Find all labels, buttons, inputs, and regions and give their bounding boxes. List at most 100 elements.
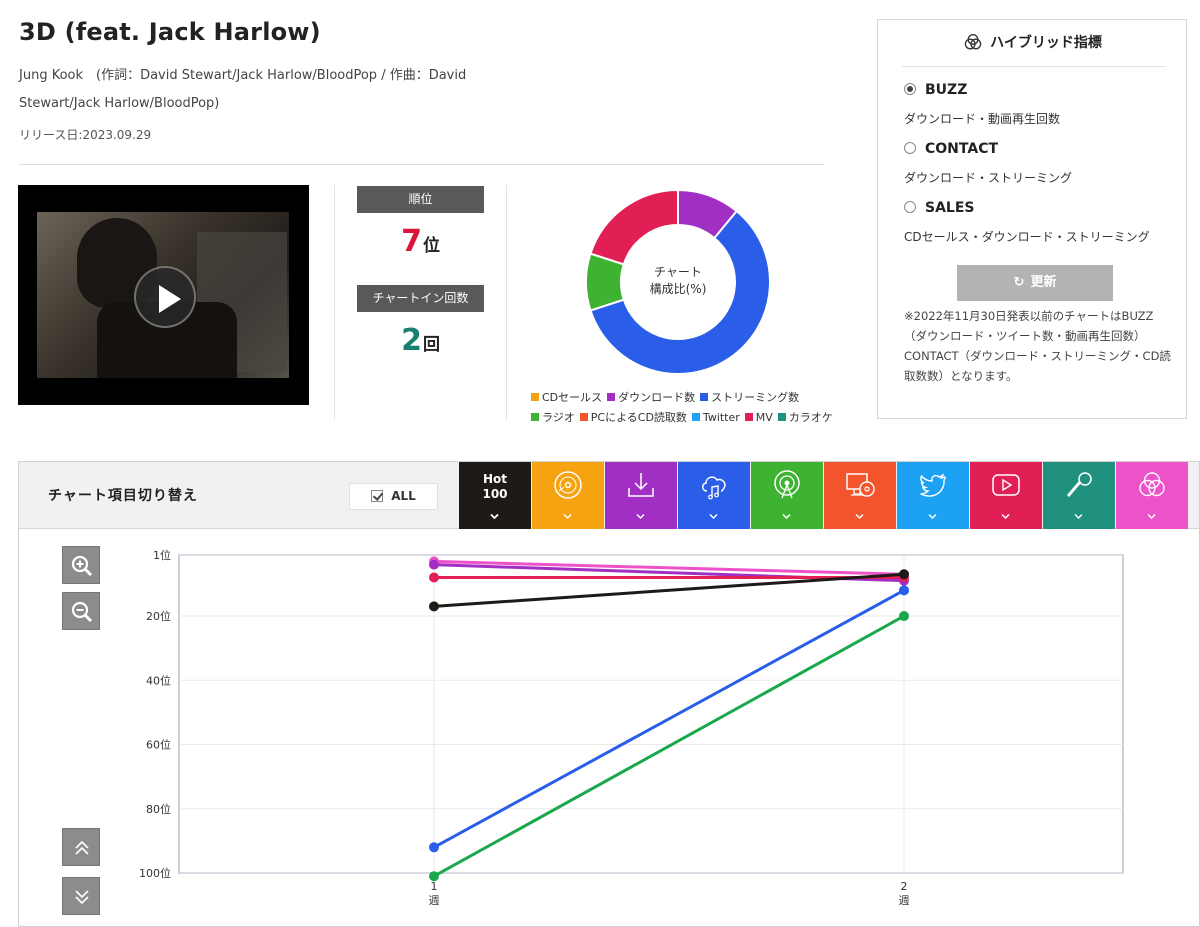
option-sales-label: SALES (925, 200, 975, 216)
all-label: ALL (391, 489, 416, 503)
legend-item: MV (744, 408, 773, 428)
data-point[interactable] (429, 871, 439, 882)
tab-hybrid[interactable] (1116, 462, 1188, 529)
toolbar-title: チャート項目切り替え (48, 488, 198, 504)
radio-contact[interactable] (904, 142, 916, 154)
legend-row: ラジオ PCによるCD読取数 Twitter MV カラオケ (531, 408, 851, 428)
hybrid-note: ※2022年11月30日発表以前のチャートはBUZZ（ダウンロード・ツイート数・… (904, 309, 1171, 383)
option-buzz[interactable]: BUZZ (904, 82, 967, 98)
update-label: 更新 (1030, 275, 1057, 290)
y-tick-label: 100位 (139, 866, 171, 880)
legend-item: CDセールス (531, 388, 602, 408)
legend-label: ストリーミング数 (711, 391, 800, 404)
section-divider (334, 185, 335, 420)
chevron-down-icon (782, 513, 791, 520)
donut-slice (589, 188, 679, 266)
data-point[interactable] (899, 585, 909, 596)
x-tick-number: 2 (901, 880, 908, 893)
data-point[interactable] (899, 611, 909, 622)
data-point[interactable] (429, 842, 439, 853)
double-chevron-down-icon (75, 890, 89, 905)
rank-history-line-chart: 1位20位40位60位80位100位1週2週 (139, 548, 1124, 907)
radio-icon (774, 470, 800, 499)
option-contact[interactable]: CONTACT (904, 141, 998, 157)
play-button[interactable] (134, 266, 196, 328)
chevron-down-icon (855, 513, 864, 520)
hybrid-indicator-panel: ハイブリッド指標 BUZZ ダウンロード・動画再生回数 CONTACT ダウンロ… (877, 19, 1187, 419)
y-tick-label: 1位 (153, 548, 171, 562)
rank-label: 順位 (357, 186, 484, 213)
radio-buzz[interactable] (904, 83, 916, 95)
video-player[interactable] (18, 185, 309, 405)
download-icon (628, 473, 654, 497)
y-tick-label: 40位 (146, 673, 171, 687)
chart-in-count-label: チャートイン回数 (357, 285, 484, 312)
venn-icon (964, 34, 982, 50)
hybrid-divider (902, 66, 1166, 67)
pc-cd-icon (846, 473, 875, 497)
chevron-down-icon (1147, 513, 1156, 520)
option-buzz-label: BUZZ (925, 82, 968, 98)
song-credits: Jung Kook (作詞：David Stewart/Jack Harlow/… (19, 68, 467, 83)
data-point[interactable] (429, 559, 439, 570)
zoom-in-icon (71, 555, 93, 577)
check-icon (371, 490, 384, 502)
x-tick-unit: 週 (429, 894, 440, 907)
section-divider (506, 185, 507, 420)
hybrid-title: ハイブリッド指標 (878, 32, 1188, 52)
legend-item: ストリーミング数 (700, 388, 799, 408)
tab-mv[interactable] (970, 462, 1042, 529)
radio-sales[interactable] (904, 201, 916, 213)
legend-swatch (691, 413, 700, 421)
donut-caption-line1: チャート (654, 265, 702, 279)
plot-area (178, 554, 1124, 874)
scroll-up-button[interactable] (62, 828, 100, 866)
option-sales[interactable]: SALES (904, 200, 975, 216)
x-tick-number: 1 (431, 880, 438, 893)
tab-karaoke[interactable] (1043, 462, 1115, 529)
tab-download[interactable] (605, 462, 677, 529)
legend-label: CDセールス (542, 391, 603, 404)
chevron-down-icon (490, 513, 499, 520)
refresh-icon: ↻ (1013, 275, 1025, 290)
zoom-out-button[interactable] (62, 592, 100, 630)
legend-swatch (744, 413, 753, 421)
data-point[interactable] (429, 601, 439, 612)
play-icon (159, 285, 181, 313)
chevron-down-icon (1001, 513, 1010, 520)
tab-twitter[interactable] (897, 462, 969, 529)
header-divider (19, 164, 824, 165)
legend-swatch (531, 393, 539, 401)
legend-item: PCによるCD読取数 (579, 408, 687, 428)
legend-swatch (531, 413, 539, 421)
release-date: リリース日:2023.09.29 (19, 128, 152, 142)
legend-item: ラジオ (531, 408, 575, 428)
hybrid-title-text: ハイブリッド指標 (990, 35, 1102, 51)
twitter-icon (920, 473, 946, 497)
scroll-down-button[interactable] (62, 877, 100, 915)
tab-hot100[interactable]: Hot 100 (459, 462, 531, 529)
legend-item: ダウンロード数 (607, 388, 695, 408)
tab-streaming[interactable] (678, 462, 750, 529)
data-point[interactable] (429, 572, 439, 583)
tab-pc-cd-read[interactable] (824, 462, 896, 529)
option-contact-desc: ダウンロード・ストリーミング (904, 171, 1073, 185)
legend-swatch (579, 413, 588, 421)
data-point[interactable] (899, 569, 909, 580)
x-tick-unit: 週 (899, 894, 910, 907)
y-tick-label: 60位 (146, 738, 171, 752)
tab-cd-sales[interactable] (532, 462, 604, 529)
legend-swatch (777, 413, 786, 421)
double-chevron-up-icon (75, 840, 89, 855)
rank-history-panel: チャート項目切り替え ALL Hot 100 1位 20位 40位 60位 80… (18, 461, 1200, 927)
rank-number: 7 (401, 224, 422, 259)
legend-label: ラジオ (542, 411, 575, 424)
all-checkbox[interactable]: ALL (349, 483, 438, 510)
option-sales-desc: CDセールス・ダウンロード・ストリーミング (904, 230, 1150, 244)
tab-radio[interactable] (751, 462, 823, 529)
update-button[interactable]: ↻ 更新 (957, 265, 1113, 301)
chevron-down-icon (563, 513, 572, 520)
song-title: 3D (feat. Jack Harlow) (19, 18, 321, 46)
microphone-icon (1066, 472, 1092, 498)
zoom-in-button[interactable] (62, 546, 100, 584)
